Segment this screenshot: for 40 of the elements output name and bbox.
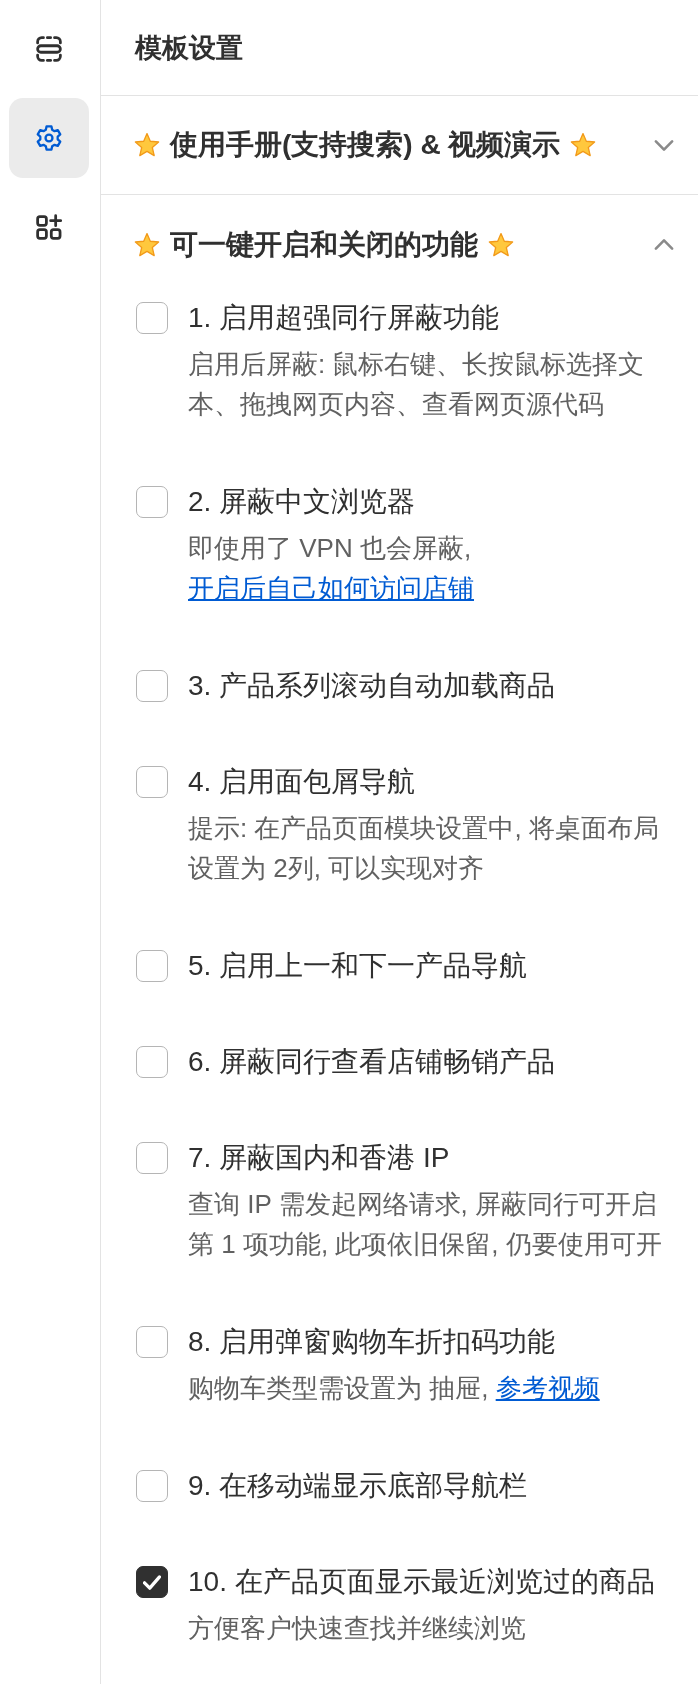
apps-plus-icon [36,214,62,240]
star-icon [134,231,160,258]
help-link[interactable]: 开启后自己如何访问店铺 [188,573,474,603]
help-link[interactable]: 参考视频 [495,1373,600,1403]
option-label: 10. 在产品页面显示最近浏览过的商品 [188,1565,655,1599]
section-header[interactable]: 可一键开启和关闭的功能 [101,195,698,294]
sections-icon [36,36,62,62]
checkbox[interactable] [136,1566,168,1598]
option-description: 提示: 在产品页面模块设置中, 将桌面布局设置为 2列, 可以实现对齐 [188,812,660,885]
option-label: 1. 启用超强同行屏蔽功能 [188,301,500,335]
option-label: 2. 屏蔽中文浏览器 [188,485,416,519]
option-label: 7. 屏蔽国内和香港 IP [188,1141,450,1175]
option-description: 方便客户快速查找并继续浏览 [188,1612,527,1645]
checkbox[interactable] [136,670,168,702]
option-label: 9. 在移动端显示底部导航栏 [188,1469,528,1503]
option-description: 购物车类型需设置为 抽屉, 参考视频 [188,1372,601,1405]
option-label: 4. 启用面包屑导航 [188,765,416,799]
option-description: 启用后屏蔽: 鼠标右键、长按鼠标选择文本、拖拽网页内容、查看网页源代码 [188,348,646,421]
checkbox[interactable] [136,302,168,334]
checkbox[interactable] [136,1142,168,1174]
section-header[interactable]: 使用手册(支持搜索) & 视频演示 [101,96,698,194]
check-icon [143,1574,161,1590]
checkbox[interactable] [136,1046,168,1078]
option-description: 即使用了 VPN 也会屏蔽, 开启后自己如何访问店铺 [188,532,475,605]
option-label: 6. 屏蔽同行查看店铺畅销产品 [188,1045,556,1079]
checkbox[interactable] [136,1470,168,1502]
star-icon [134,132,160,158]
page-title: 模板设置 [135,31,243,65]
option-label: 5. 启用上一和下一产品导航 [188,949,528,983]
star-icon [488,231,514,258]
checkbox[interactable] [136,486,168,518]
checkbox[interactable] [136,950,168,982]
checkbox[interactable] [136,1326,168,1358]
star-icon [570,132,597,158]
option-label: 8. 启用弹窗购物车折扣码功能 [188,1325,556,1359]
option-description: 查询 IP 需发起网络请求, 屏蔽同行可开启第 1 项功能, 此项依旧保留, 仍要使用可开 [188,1188,663,1261]
settings-button[interactable] [9,98,89,178]
option-label: 3. 产品系列滚动自动加载商品 [188,669,556,703]
settings-icon [36,125,62,151]
checkbox[interactable] [136,766,168,798]
